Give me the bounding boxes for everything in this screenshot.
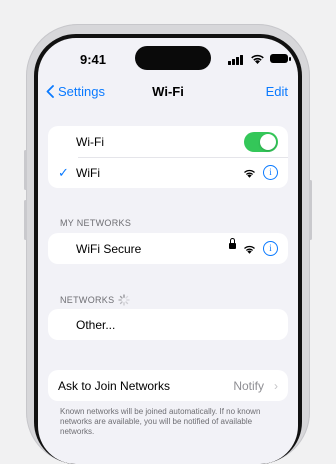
wifi-toggle-row: Wi-Fi bbox=[48, 126, 288, 157]
wifi-toggle-label: Wi-Fi bbox=[76, 134, 104, 149]
ask-to-join-value: Notify bbox=[233, 378, 264, 393]
chevron-right-icon: › bbox=[274, 378, 278, 393]
display: 9:41 Settings Wi-Fi Edit Wi-Fi ✓ WiFi i … bbox=[38, 38, 298, 464]
status-time: 9:41 bbox=[80, 52, 107, 67]
my-networks-group: WiFi Secure i bbox=[48, 233, 288, 264]
checkmark-icon: ✓ bbox=[58, 164, 69, 180]
edit-button[interactable]: Edit bbox=[266, 84, 288, 99]
loading-spinner-icon bbox=[118, 294, 131, 306]
page-title: Wi-Fi bbox=[152, 84, 184, 99]
ask-to-join-label: Ask to Join Networks bbox=[58, 378, 171, 393]
wifi-group: Wi-Fi ✓ WiFi i bbox=[48, 126, 288, 188]
current-network-row[interactable]: ✓ WiFi i bbox=[48, 157, 288, 188]
wifi-status-icon bbox=[251, 54, 264, 64]
info-icon[interactable]: i bbox=[263, 241, 278, 256]
cellular-signal-icon bbox=[228, 55, 243, 65]
volume-up-button bbox=[24, 150, 27, 190]
networks-header: NETWORKS bbox=[60, 294, 131, 306]
info-icon[interactable]: i bbox=[263, 165, 278, 180]
phone-screen: 9:41 Settings Wi-Fi Edit Wi-Fi ✓ WiFi i … bbox=[34, 34, 302, 464]
networks-header-text: NETWORKS bbox=[60, 295, 115, 305]
other-network-label: Other... bbox=[76, 317, 116, 332]
other-network-row[interactable]: Other... bbox=[48, 309, 288, 340]
battery-icon bbox=[270, 54, 291, 63]
network-name: WiFi Secure bbox=[76, 241, 142, 256]
wifi-signal-icon bbox=[244, 169, 255, 178]
wifi-toggle[interactable] bbox=[244, 131, 278, 152]
volume-down-button bbox=[24, 200, 27, 240]
my-networks-header-text: MY NETWORKS bbox=[60, 218, 132, 228]
current-network-name: WiFi bbox=[76, 165, 100, 180]
ask-to-join-footer: Known networks will be joined automatica… bbox=[60, 407, 261, 436]
lock-icon bbox=[229, 238, 236, 249]
my-networks-header: MY NETWORKS bbox=[60, 218, 131, 228]
ask-join-group: Ask to Join Networks Notify › bbox=[48, 370, 288, 401]
networks-group: Other... bbox=[48, 309, 288, 340]
network-row[interactable]: WiFi Secure i bbox=[48, 233, 288, 264]
power-button bbox=[309, 180, 312, 240]
navigation-bar: Settings Wi-Fi Edit bbox=[38, 80, 298, 104]
wifi-signal-icon bbox=[244, 245, 255, 254]
dynamic-island bbox=[135, 46, 211, 70]
ask-to-join-row[interactable]: Ask to Join Networks Notify › bbox=[48, 370, 288, 401]
